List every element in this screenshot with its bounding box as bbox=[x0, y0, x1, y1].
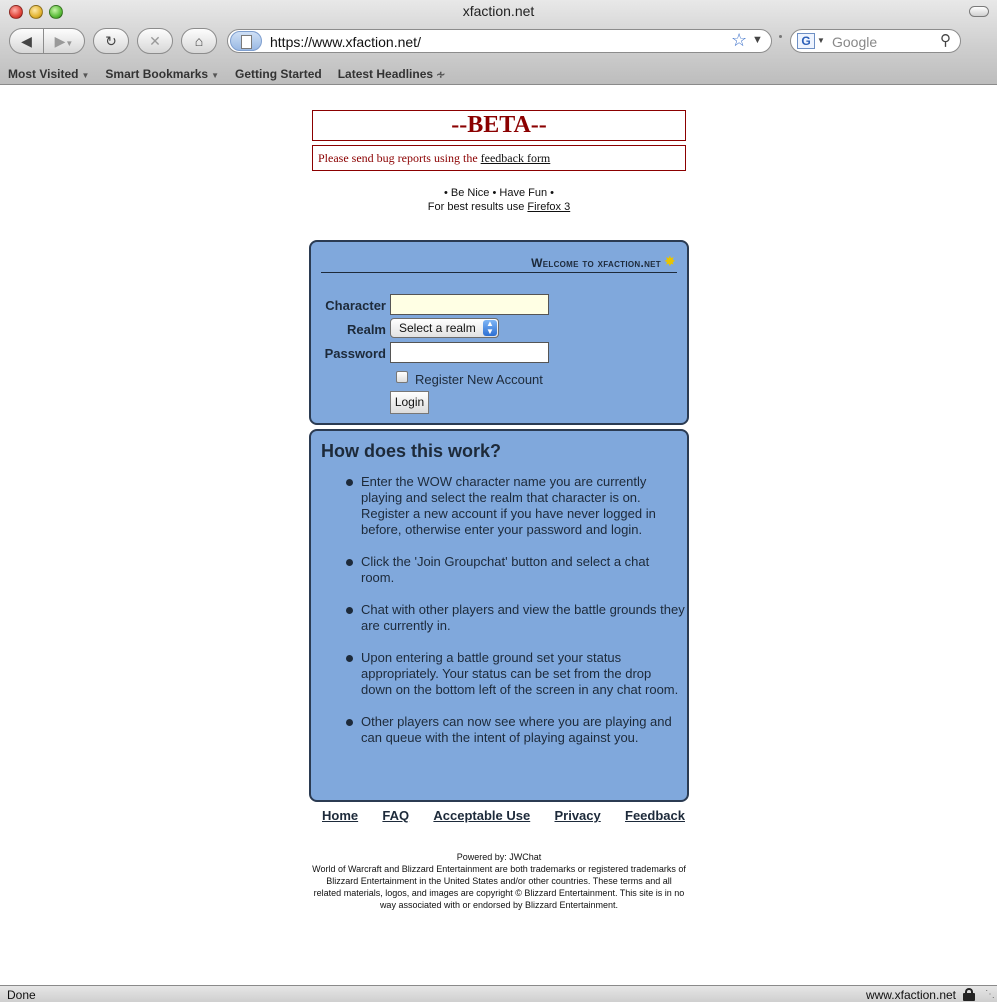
stop-button[interactable]: ✕ bbox=[137, 28, 173, 54]
login-button[interactable]: Login bbox=[390, 391, 429, 414]
url-history-dropdown-icon[interactable]: ▼ bbox=[752, 34, 763, 46]
bookmark-smart-bookmarks[interactable]: Smart Bookmarks ▼ bbox=[105, 67, 219, 81]
footer-link-privacy[interactable]: Privacy bbox=[554, 808, 600, 823]
list-item: Chat with other players and view the bat… bbox=[345, 602, 685, 634]
bookmark-most-visited[interactable]: Most Visited ▼ bbox=[8, 67, 89, 81]
beta-note: Please send bug reports using the feedba… bbox=[312, 145, 686, 171]
password-label: Password bbox=[324, 346, 386, 361]
search-input[interactable]: Google bbox=[832, 34, 877, 50]
bookmarks-bar: Most Visited ▼ Smart Bookmarks ▼ Getting S… bbox=[0, 62, 997, 85]
realm-select[interactable]: Select a realm ▲ ▼ bbox=[390, 318, 499, 338]
chevron-down-icon: ▼ bbox=[211, 70, 220, 80]
stop-icon: ✕ bbox=[149, 32, 161, 49]
bookmark-label: Getting Started bbox=[235, 66, 322, 81]
password-input[interactable] bbox=[390, 342, 549, 363]
motto-line: • Be Nice • Have Fun • bbox=[444, 187, 554, 199]
status-host: www.xfaction.net bbox=[865, 988, 956, 1002]
legal-footer: Powered by: JWChat World of Warcraft and… bbox=[312, 851, 686, 911]
chevron-down-icon: ▼ bbox=[81, 70, 90, 80]
feedback-form-link[interactable]: feedback form bbox=[481, 151, 551, 165]
welcome-heading: Welcome to xfaction.net bbox=[321, 256, 677, 273]
page-icon bbox=[241, 35, 252, 49]
bookmark-label: Latest Headlines bbox=[337, 66, 434, 81]
search-icon[interactable]: ⚲ bbox=[940, 31, 951, 49]
how-it-works-panel: How does this work? Enter the WOW charac… bbox=[309, 429, 689, 802]
forward-button[interactable]: ▶▼ bbox=[43, 28, 85, 54]
window-title: xfaction.net bbox=[462, 3, 535, 19]
beta-banner: --BETA-- bbox=[312, 110, 686, 141]
footer-link-feedback[interactable]: Feedback bbox=[625, 808, 685, 823]
bookmark-latest-headlines[interactable]: Latest Headlines ∻ bbox=[338, 67, 446, 81]
realm-label: Realm bbox=[346, 322, 386, 337]
search-bar[interactable]: G ▼ Google ⚲ bbox=[790, 29, 961, 53]
home-icon: ⌂ bbox=[194, 33, 204, 49]
bookmark-star-icon[interactable]: ☆ bbox=[731, 30, 747, 51]
footer-link-acceptable-use[interactable]: Acceptable Use bbox=[433, 808, 530, 823]
list-item: Other players can now see where you are … bbox=[345, 714, 685, 746]
url-bar[interactable]: https://www.xfaction.net/ ☆ ▼ bbox=[227, 29, 772, 53]
list-item: Enter the WOW character name you are cur… bbox=[345, 474, 685, 538]
browser-window: xfaction.net ◀ ▶▼ ↻ ✕ ⌂ https://www.xfac… bbox=[0, 0, 997, 1002]
home-button[interactable]: ⌂ bbox=[181, 28, 217, 54]
list-item: Upon entering a battle ground set your s… bbox=[345, 650, 685, 698]
register-checkbox[interactable] bbox=[396, 371, 408, 383]
search-engine-icon[interactable]: G bbox=[797, 33, 815, 49]
reload-button[interactable]: ↻ bbox=[93, 28, 129, 54]
firefox-link[interactable]: Firefox 3 bbox=[527, 201, 570, 213]
back-button[interactable]: ◀ bbox=[9, 28, 44, 54]
close-window-button[interactable] bbox=[9, 5, 23, 19]
lock-icon[interactable] bbox=[963, 988, 975, 1001]
powered-by: Powered by: JWChat bbox=[456, 852, 542, 862]
status-bar: Done www.xfaction.net ⋱ bbox=[0, 985, 997, 1002]
toolbar-separator bbox=[779, 35, 782, 38]
how-it-works-title: How does this work? bbox=[321, 441, 502, 461]
beta-note-text: Please send bug reports using the bbox=[318, 151, 481, 165]
resize-grip-icon[interactable]: ⋱ bbox=[985, 989, 995, 1000]
minimize-window-button[interactable] bbox=[29, 5, 43, 19]
status-text: Done bbox=[7, 988, 36, 1002]
page-content: --BETA-- Please send bug reports using t… bbox=[0, 86, 997, 985]
browser-recommendation: For best results use Firefox 3 bbox=[312, 200, 686, 214]
trademark-notice: World of Warcraft and Blizzard Entertain… bbox=[312, 864, 686, 910]
browser-recommendation-text: For best results use bbox=[427, 201, 528, 213]
list-item: Click the 'Join Groupchat' button and se… bbox=[345, 554, 685, 586]
footer-nav: Home FAQ Acceptable Use Privacy Feedback bbox=[309, 808, 689, 823]
motto: • Be Nice • Have Fun • For best results … bbox=[312, 186, 686, 214]
bookmark-label: Smart Bookmarks bbox=[105, 66, 209, 81]
lightbulb-icon[interactable]: ✸ bbox=[664, 253, 676, 270]
footer-link-faq[interactable]: FAQ bbox=[382, 808, 409, 823]
realm-selected-value: Select a realm bbox=[399, 321, 476, 335]
footer-link-home[interactable]: Home bbox=[322, 808, 358, 823]
character-label: Character bbox=[325, 298, 386, 313]
bookmark-label: Most Visited bbox=[8, 66, 79, 81]
toolbar-toggle-button[interactable] bbox=[969, 6, 989, 17]
back-arrow-icon: ◀ bbox=[21, 32, 32, 49]
reload-icon: ↻ bbox=[105, 32, 117, 49]
forward-arrow-icon: ▶▼ bbox=[54, 32, 74, 49]
login-panel: Welcome to xfaction.net ✸ Character Real… bbox=[309, 240, 689, 425]
url-text[interactable]: https://www.xfaction.net/ bbox=[270, 34, 421, 50]
zoom-window-button[interactable] bbox=[49, 5, 63, 19]
bookmark-getting-started[interactable]: Getting Started bbox=[235, 67, 322, 81]
browser-toolbar: xfaction.net ◀ ▶▼ ↻ ✕ ⌂ https://www.xfac… bbox=[0, 0, 997, 85]
select-arrows-icon: ▲ ▼ bbox=[483, 320, 497, 336]
site-identity-button[interactable] bbox=[230, 31, 262, 51]
rss-icon: ∻ bbox=[436, 68, 446, 81]
how-it-works-list: Enter the WOW character name you are cur… bbox=[345, 474, 685, 762]
register-label[interactable]: Register New Account bbox=[415, 372, 543, 387]
engine-dropdown-icon[interactable]: ▼ bbox=[817, 36, 825, 45]
character-input[interactable] bbox=[390, 294, 549, 315]
